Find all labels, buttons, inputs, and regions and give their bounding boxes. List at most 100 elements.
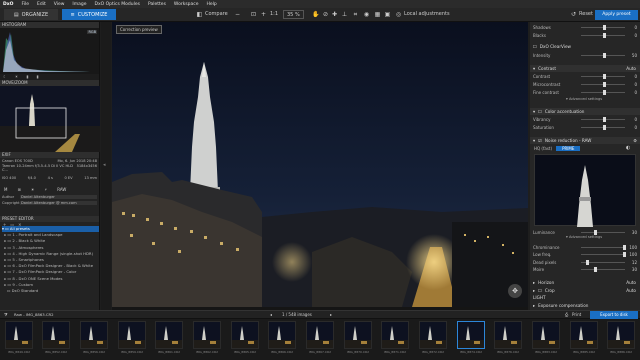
- vibrancy-slider[interactable]: [581, 117, 625, 122]
- luminance-value[interactable]: 30: [627, 230, 637, 235]
- intensity-slider[interactable]: [581, 53, 625, 58]
- filmstrip-thumbnail[interactable]: [193, 321, 221, 349]
- advanced-settings-toggle-2[interactable]: ▾ Advanced settings: [566, 235, 602, 239]
- horizon-auto-button[interactable]: Auto: [626, 280, 636, 285]
- slider-knob[interactable]: [623, 245, 626, 250]
- slider-knob[interactable]: [623, 252, 626, 257]
- image-viewer[interactable]: Correction preview ✥: [112, 22, 528, 310]
- menu-view[interactable]: View: [54, 2, 65, 7]
- microcontrast-slider[interactable]: [581, 82, 625, 87]
- vibrancy-value[interactable]: 0: [627, 117, 637, 122]
- hand-icon[interactable]: ✋: [312, 11, 319, 18]
- focus-icon[interactable]: ⊞: [17, 187, 20, 192]
- slider-knob[interactable]: [603, 25, 606, 30]
- filmstrip-thumbnail[interactable]: [570, 321, 598, 349]
- zoom-one-button[interactable]: 1:1: [270, 11, 278, 17]
- finecontrast-value[interactable]: 0: [627, 90, 637, 95]
- lowfreq-slider[interactable]: [581, 252, 626, 257]
- noise-reduction-header[interactable]: ▾ ☑ Noise reduction - RAW ⚙: [530, 137, 640, 144]
- crop-auto-button[interactable]: Auto: [626, 288, 636, 293]
- slider-knob[interactable]: [603, 90, 606, 95]
- filmstrip-thumbnail[interactable]: [5, 321, 33, 349]
- chrominance-value[interactable]: 100: [627, 245, 637, 250]
- prev-image-icon[interactable]: ◂: [270, 312, 272, 317]
- slider-knob[interactable]: [603, 53, 606, 58]
- contrast-header[interactable]: ▾ Contrast Auto: [530, 65, 640, 72]
- wb-icon[interactable]: ☀: [31, 187, 35, 192]
- move-icon[interactable]: ✥: [508, 284, 522, 298]
- filter-icon[interactable]: ⧩: [4, 312, 8, 317]
- copyright-field[interactable]: Daniel Altenburger @ mm.com: [20, 201, 97, 205]
- grid-icon[interactable]: ▦: [374, 11, 381, 18]
- moire-slider[interactable]: [581, 267, 625, 272]
- overlay-icon[interactable]: ▣: [384, 11, 391, 18]
- color-accentuation-header[interactable]: ▾ ☐ Color accentuation: [530, 108, 640, 115]
- zoom-level-select[interactable]: 35 %: [283, 10, 304, 19]
- slider-knob[interactable]: [603, 33, 606, 38]
- filmstrip-thumbnail[interactable]: [306, 321, 334, 349]
- blacks-slider[interactable]: [581, 33, 625, 38]
- deadpixels-slider[interactable]: [581, 260, 625, 265]
- filmstrip-thumbnail[interactable]: [381, 321, 409, 349]
- histogram-channel-badge[interactable]: RGB: [87, 30, 97, 34]
- repair-icon[interactable]: ✚: [331, 11, 338, 18]
- tab-organize[interactable]: ▤ ORGANIZE: [4, 9, 58, 20]
- print-button[interactable]: Print: [572, 312, 581, 317]
- hq-mode-button[interactable]: HQ (fast): [534, 146, 552, 151]
- chrominance-slider[interactable]: [581, 245, 626, 250]
- filmstrip-thumbnail[interactable]: [457, 321, 485, 349]
- menu-file[interactable]: File: [21, 2, 29, 7]
- finecontrast-slider[interactable]: [581, 90, 625, 95]
- checkbox-checked-icon[interactable]: ☑: [538, 138, 542, 143]
- eye-icon[interactable]: ◉: [363, 11, 370, 18]
- horizon-header[interactable]: ▸ Horizon Auto: [530, 279, 640, 286]
- zoom-out-icon[interactable]: −: [234, 11, 241, 18]
- apply-preset-button[interactable]: Apply preset: [595, 10, 638, 20]
- slider-knob[interactable]: [594, 267, 597, 272]
- menu-edit[interactable]: Edit: [37, 2, 46, 7]
- slider-knob[interactable]: [603, 125, 606, 130]
- clearview-header[interactable]: ☐ DxO ClearView: [530, 43, 640, 50]
- local-adjustments-button[interactable]: Local adjustments: [404, 11, 450, 17]
- flash-icon[interactable]: ⚡: [44, 187, 47, 192]
- slider-knob[interactable]: [603, 82, 606, 87]
- prime-mode-button[interactable]: PRIME: [556, 146, 581, 151]
- filmstrip-thumbnail[interactable]: [419, 321, 447, 349]
- contrast-auto-button[interactable]: Auto: [626, 66, 636, 71]
- shadows-slider[interactable]: [581, 25, 625, 30]
- intensity-value[interactable]: 50: [627, 53, 637, 58]
- blacks-value[interactable]: 0: [627, 33, 637, 38]
- menu-optics-modules[interactable]: DxO Optics Modules: [95, 2, 140, 7]
- filmstrip-thumbnail[interactable]: [607, 321, 635, 349]
- filmstrip-thumbnail[interactable]: [344, 321, 372, 349]
- menu-palettes[interactable]: Palettes: [148, 2, 166, 7]
- correction-preview-button[interactable]: Correction preview: [116, 25, 162, 34]
- metering-mode[interactable]: M: [4, 187, 7, 192]
- compare-icon[interactable]: ◐: [626, 145, 630, 151]
- preset-item[interactable]: ▭ DxO Standard: [2, 288, 99, 294]
- collapse-left-icon[interactable]: ◂: [103, 162, 106, 168]
- moire-value[interactable]: 30: [627, 267, 637, 272]
- contrast-slider[interactable]: [581, 74, 625, 79]
- white-balance-icon[interactable]: ⊘: [322, 11, 329, 18]
- crop-header[interactable]: ▸ ☐ Crop Auto: [530, 287, 640, 294]
- clip-highlight-icon[interactable]: ▮: [36, 74, 38, 80]
- crop-icon[interactable]: ⌗: [352, 11, 359, 18]
- export-button[interactable]: Export to disk: [590, 311, 638, 319]
- contrast-value[interactable]: 0: [627, 74, 637, 79]
- navigator-thumbnail[interactable]: [0, 86, 100, 152]
- advanced-settings-toggle[interactable]: ▾ Advanced settings: [566, 97, 602, 101]
- shadows-value[interactable]: 0: [627, 25, 637, 30]
- reset-button[interactable]: Reset: [579, 11, 593, 17]
- tab-customize[interactable]: ≡ CUSTOMIZE: [62, 9, 116, 20]
- deadpixels-value[interactable]: 12: [627, 260, 637, 265]
- filmstrip-thumbnail[interactable]: [118, 321, 146, 349]
- left-panel-collapse-strip[interactable]: ◂: [101, 22, 111, 310]
- compare-button[interactable]: Compare: [205, 11, 228, 17]
- exposure-compensation-header[interactable]: ▸ Exposure compensation: [530, 302, 640, 309]
- next-image-icon[interactable]: ▸: [330, 312, 332, 317]
- microcontrast-value[interactable]: 0: [627, 82, 637, 87]
- filmstrip-thumbnail[interactable]: [532, 321, 560, 349]
- slider-knob[interactable]: [586, 260, 589, 265]
- menu-help[interactable]: Help: [207, 2, 217, 7]
